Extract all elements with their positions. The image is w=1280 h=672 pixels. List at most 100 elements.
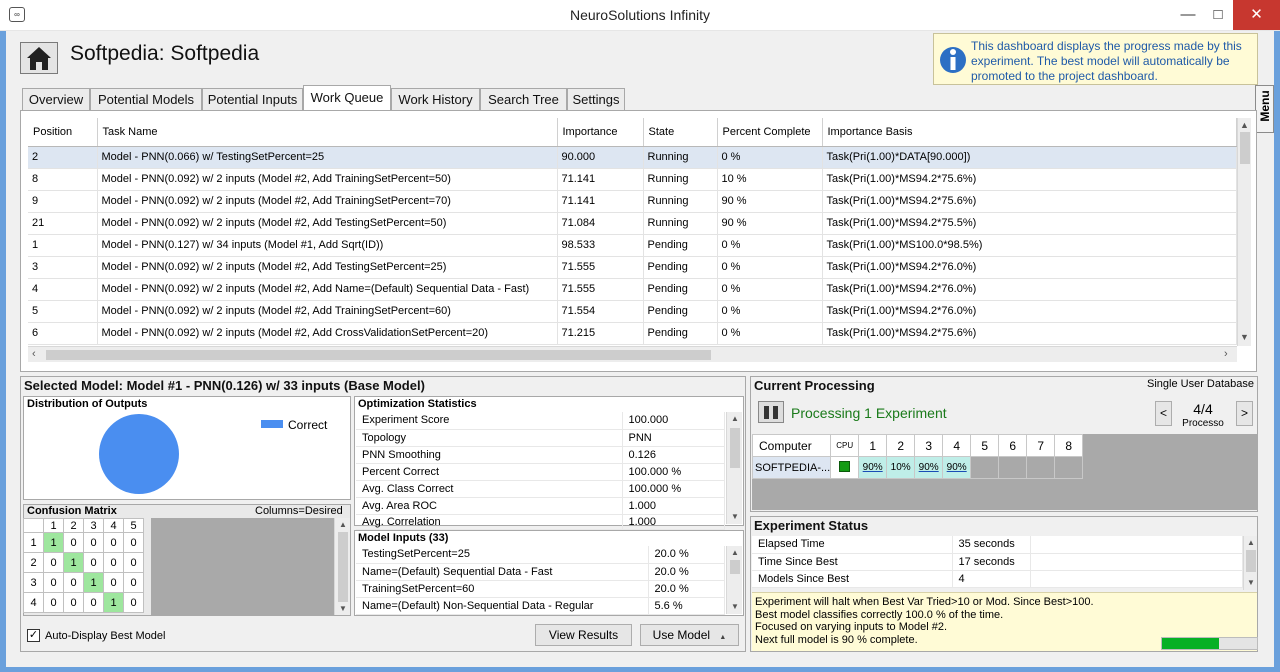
cell-state: Pending xyxy=(643,278,718,301)
tab-work-history[interactable]: Work History xyxy=(391,88,480,110)
table-row[interactable]: 3 Model - PNN(0.092) w/ 2 inputs (Model #… xyxy=(28,256,1237,279)
scroll-down-icon[interactable]: ▼ xyxy=(731,512,739,521)
confusion-cell: 0 xyxy=(63,572,84,593)
scroll-up-icon[interactable]: ▲ xyxy=(1240,120,1249,130)
experiment-status-scrollbar[interactable]: ▲ ▼ xyxy=(1243,536,1257,590)
input-row: TestingSetPercent=25 20.0 % xyxy=(356,546,725,564)
input-row: TrainingSetPercent=60 20.0 % xyxy=(356,580,725,598)
optimization-scrollbar[interactable]: ▲ ▼ xyxy=(726,412,742,524)
input-value: 20.0 % xyxy=(648,563,725,581)
view-results-button[interactable]: View Results xyxy=(535,624,632,646)
processing-row[interactable]: SOFTPEDIA-... 90% 10% 90% 90% xyxy=(751,456,1084,479)
column-header-position[interactable]: Position xyxy=(28,118,98,147)
status-value: 17 seconds xyxy=(952,553,1031,571)
next-processor-button[interactable]: > xyxy=(1236,401,1253,426)
stat-value: 100.000 % xyxy=(622,480,725,498)
table-row[interactable]: 1 Model - PNN(0.127) w/ 34 inputs (Model … xyxy=(28,234,1237,257)
column-header-importance-basis[interactable]: Importance Basis xyxy=(822,118,1237,147)
confusion-col-header: 5 xyxy=(123,518,144,533)
close-button[interactable]: ✕ xyxy=(1233,0,1280,30)
cell-position: 21 xyxy=(28,212,98,235)
queue-horizontal-scrollbar[interactable]: ‹ › xyxy=(28,346,1237,362)
home-button[interactable] xyxy=(20,42,58,74)
model-inputs-scroll-thumb[interactable] xyxy=(730,560,740,574)
scroll-up-icon[interactable]: ▲ xyxy=(731,548,739,557)
title-bar: ∞ NeuroSolutions Infinity — □ ✕ xyxy=(0,0,1280,31)
auto-display-label[interactable]: Auto-Display Best Model xyxy=(45,630,165,642)
queue-vertical-thumb[interactable] xyxy=(1240,132,1250,164)
scroll-up-icon[interactable]: ▲ xyxy=(1247,538,1255,547)
queue-horizontal-thumb[interactable] xyxy=(46,350,711,360)
processing-header-row: Computer CPU 1 2 3 4 5 6 7 8 xyxy=(751,434,1084,457)
tab-work-queue[interactable]: Work Queue xyxy=(303,85,391,111)
tab-overview[interactable]: Overview xyxy=(22,88,90,110)
menu-tab[interactable]: Menu xyxy=(1255,85,1274,133)
scroll-down-icon[interactable]: ▼ xyxy=(339,604,347,613)
stat-value: 100.000 xyxy=(622,412,725,430)
window-title: NeuroSolutions Infinity xyxy=(569,7,711,23)
auto-display-checkbox[interactable]: ✓ xyxy=(27,629,40,642)
scroll-down-icon[interactable]: ▼ xyxy=(1247,578,1255,587)
cell-position: 1 xyxy=(28,234,98,257)
table-row[interactable]: 8 Model - PNN(0.092) w/ 2 inputs (Model #… xyxy=(28,168,1237,191)
tab-search-tree[interactable]: Search Tree xyxy=(480,88,567,110)
cell-state: Pending xyxy=(643,322,718,345)
stat-value: 100.000 % xyxy=(622,463,725,481)
cell-basis: Task(Pri(1.00)*MS94.2*76.0%) xyxy=(822,278,1237,301)
processing-status: Processing 1 Experiment xyxy=(791,405,947,421)
column-header-percent-complete[interactable]: Percent Complete xyxy=(717,118,823,147)
confusion-scrollbar[interactable]: ▲ ▼ xyxy=(334,518,350,615)
cell-position: 9 xyxy=(28,190,98,213)
stat-label: Avg. Correlation xyxy=(356,514,623,530)
dropdown-arrow-icon: ▲ xyxy=(719,634,727,641)
tab-potential-inputs[interactable]: Potential Inputs xyxy=(202,88,303,110)
previous-processor-button[interactable]: < xyxy=(1155,401,1172,426)
confusion-scroll-thumb[interactable] xyxy=(338,532,348,602)
stat-label: Avg. Area ROC xyxy=(356,497,623,515)
confusion-cell: 0 xyxy=(123,592,144,613)
scroll-up-icon[interactable]: ▲ xyxy=(731,414,739,423)
model-inputs-scrollbar[interactable]: ▲ ▼ xyxy=(726,546,742,614)
table-row[interactable]: 2 Model - PNN(0.066) w/ TestingSetPercent… xyxy=(28,146,1237,169)
pause-button[interactable] xyxy=(758,401,784,423)
processing-header-slot: 3 xyxy=(914,434,944,457)
column-header-task-name[interactable]: Task Name xyxy=(97,118,558,147)
table-row[interactable]: 6 Model - PNN(0.092) w/ 2 inputs (Model #… xyxy=(28,322,1237,345)
scroll-down-icon[interactable]: ▼ xyxy=(731,602,739,611)
minimize-button[interactable]: — xyxy=(1173,0,1203,30)
scroll-right-icon[interactable]: › xyxy=(1224,348,1228,360)
table-row[interactable]: 9 Model - PNN(0.092) w/ 2 inputs (Model #… xyxy=(28,190,1237,213)
cell-position: 3 xyxy=(28,256,98,279)
tab-potential-models[interactable]: Potential Models xyxy=(90,88,202,110)
stat-label: Avg. Class Correct xyxy=(356,480,623,498)
table-row[interactable]: 21 Model - PNN(0.092) w/ 2 inputs (Model … xyxy=(28,212,1237,235)
maximize-button[interactable]: □ xyxy=(1203,0,1233,30)
table-row[interactable]: 5 Model - PNN(0.092) w/ 2 inputs (Model #… xyxy=(28,300,1237,323)
queue-vertical-scrollbar[interactable]: ▲ ▼ xyxy=(1237,118,1251,346)
table-row[interactable]: 4 Model - PNN(0.092) w/ 2 inputs (Model #… xyxy=(28,278,1237,301)
confusion-row-header: 2 xyxy=(23,552,44,573)
tab-settings[interactable]: Settings xyxy=(567,88,625,110)
scroll-down-icon[interactable]: ▼ xyxy=(1240,332,1249,342)
processing-header-slot: 6 xyxy=(998,434,1028,457)
info-text: This dashboard displays the progress mad… xyxy=(971,39,1242,83)
cell-basis: Task(Pri(1.00)*MS94.2*75.6%) xyxy=(822,168,1237,191)
optimization-scroll-thumb[interactable] xyxy=(730,428,740,468)
experiment-note: Experiment will halt when Best Var Tried… xyxy=(755,596,1094,608)
cell-state: Pending xyxy=(643,300,718,323)
column-header-importance[interactable]: Importance xyxy=(557,118,644,147)
cell-percent: 90 % xyxy=(717,212,823,235)
use-model-button[interactable]: Use Model ▲ xyxy=(640,624,739,646)
cell-state: Pending xyxy=(643,234,718,257)
cell-percent: 0 % xyxy=(717,322,823,345)
scroll-up-icon[interactable]: ▲ xyxy=(339,520,347,529)
scroll-left-icon[interactable]: ‹ xyxy=(32,348,36,360)
experiment-note: Focused on varying inputs to Model #2. xyxy=(755,621,948,633)
cell-task-name: Model - PNN(0.092) w/ 2 inputs (Model #2… xyxy=(97,278,558,301)
confusion-row: 4 0 0 0 1 0 xyxy=(23,592,144,613)
experiment-scroll-thumb[interactable] xyxy=(1246,550,1256,572)
experiment-status-title: Experiment Status xyxy=(754,518,869,533)
stat-row: Percent Correct 100.000 % xyxy=(356,463,725,481)
cpu-slot-value: 90% xyxy=(914,456,944,479)
column-header-state[interactable]: State xyxy=(643,118,718,147)
